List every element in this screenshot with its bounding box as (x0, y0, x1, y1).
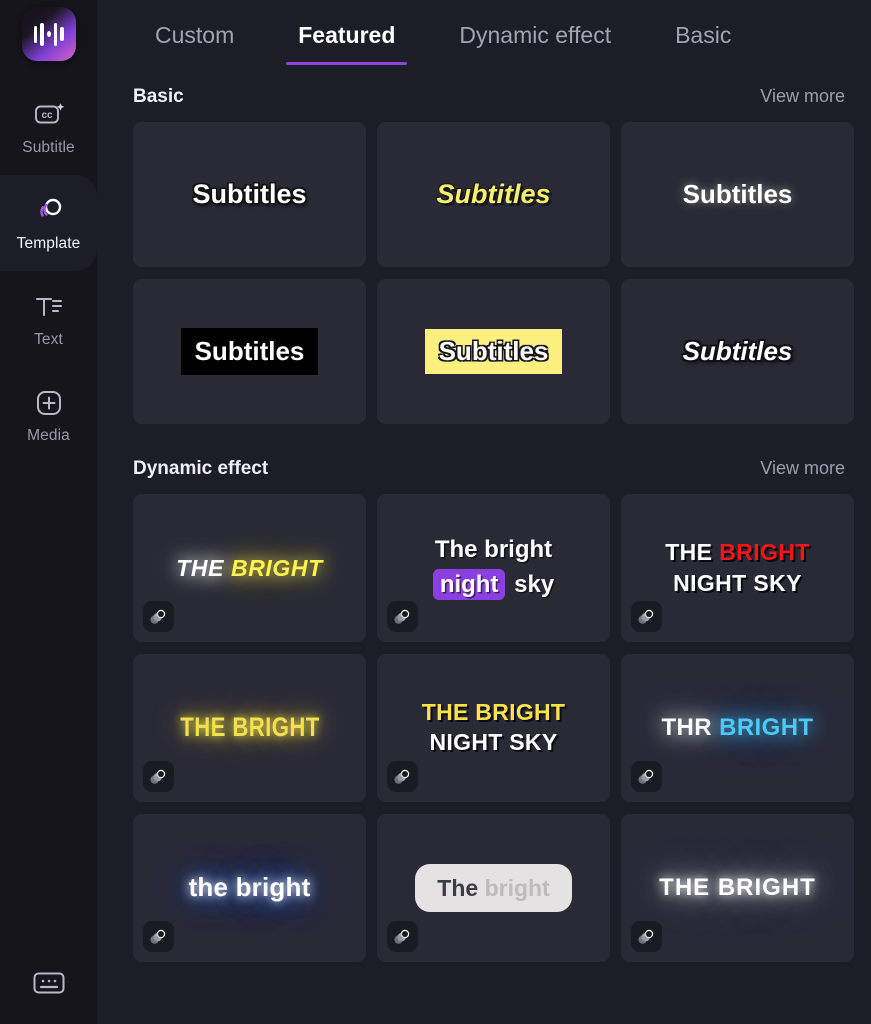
section-header-basic: Basic View more (97, 86, 871, 108)
sidebar-item-label: Media (27, 426, 70, 444)
template-tabs: Custom Featured Dynamic effect Basic (97, 0, 871, 86)
preview-line: The bright (434, 536, 553, 564)
preview-word: BRIGHT (231, 554, 323, 581)
tab-dynamic-effect[interactable]: Dynamic effect (453, 22, 617, 65)
layers-badge-icon (143, 601, 174, 632)
template-subtitles-black-box[interactable]: Subtitles (133, 279, 366, 424)
preview-word: THR (661, 714, 720, 742)
preview-word: THE (665, 538, 720, 565)
sidebar-item-label: Template (16, 234, 81, 252)
template-preview-text: THE BRIGHT (659, 874, 816, 902)
template-preview-text: THE BRIGHT (179, 712, 320, 743)
layers-badge-icon (143, 761, 174, 792)
left-sidebar: cc Subtitle Template Text Media (0, 0, 97, 1024)
template-night-sky-highlight[interactable]: The bright night sky (377, 494, 610, 642)
template-subtitles-italic-outline[interactable]: Subtitles (621, 279, 854, 424)
tab-basic[interactable]: Basic (669, 22, 737, 65)
sidebar-nav: cc Subtitle Template Text Media (0, 79, 97, 463)
template-the-bright-neon-yellow[interactable]: THE BRIGHT (133, 654, 366, 802)
layers-badge-icon (631, 761, 662, 792)
svg-text:cc: cc (41, 110, 53, 121)
layers-badge-icon (631, 921, 662, 952)
text-lines-icon (32, 290, 66, 324)
preview-word: BRIGHT (719, 538, 810, 565)
keyboard-shortcuts-button[interactable] (0, 960, 97, 1010)
layers-badge-icon (387, 761, 418, 792)
template-preview-text: THE BRIGHT NIGHT SKY (665, 537, 810, 599)
template-preview-text: THR BRIGHT (662, 714, 814, 742)
template-thr-bright-cyan-glow[interactable]: THR BRIGHT (621, 654, 854, 802)
template-the-bright-blue-glow[interactable]: the bright (133, 814, 366, 962)
template-the-bright-red-white[interactable]: THE BRIGHT NIGHT SKY (621, 494, 854, 642)
sidebar-item-label: Text (34, 330, 63, 348)
template-subtitles-yellow-italic[interactable]: Subtitles (377, 122, 610, 267)
template-subtitles-outline-white[interactable]: Subtitles (133, 122, 366, 267)
sidebar-item-template[interactable]: Template (0, 175, 97, 271)
preview-word: THE (176, 554, 232, 581)
template-preview-text: Subtitles (424, 328, 563, 375)
sidebar-item-text[interactable]: Text (0, 271, 97, 367)
layers-badge-icon (387, 601, 418, 632)
template-circles-icon (32, 194, 66, 228)
layers-badge-icon (143, 921, 174, 952)
template-preview-text: The bright night sky (432, 533, 555, 603)
keyboard-icon (32, 970, 66, 1001)
app-logo[interactable] (21, 7, 76, 61)
sidebar-item-subtitle[interactable]: cc Subtitle (0, 79, 97, 175)
view-more-basic-link[interactable]: View more (760, 86, 845, 107)
closed-caption-sparkle-icon: cc (32, 98, 66, 132)
section-title: Dynamic effect (133, 458, 269, 479)
template-preview-text: THE BRIGHT NIGHT SKY (422, 698, 566, 758)
template-the-bright-yellow-white[interactable]: THE BRIGHT NIGHT SKY (377, 654, 610, 802)
template-preview-text: Subtitles (682, 335, 793, 366)
template-preview-text: the bright (188, 872, 311, 903)
template-preview-text: Subtitles (180, 327, 319, 376)
media-plus-icon (32, 386, 66, 420)
preview-word: The (437, 874, 485, 901)
template-preview-text: Subtitles (436, 178, 551, 209)
main-panel: Custom Featured Dynamic effect Basic Bas… (97, 0, 871, 1024)
layers-badge-icon (631, 601, 662, 632)
template-subtitles-yellow-box[interactable]: Subtitles (377, 279, 610, 424)
preview-highlight-word: night (432, 569, 506, 600)
view-more-dynamic-link[interactable]: View more (760, 458, 845, 479)
section-header-dynamic-effect: Dynamic effect View more (97, 458, 871, 480)
sidebar-item-media[interactable]: Media (0, 367, 97, 463)
app-window: cc Subtitle Template Text Media Custom F… (0, 0, 871, 1024)
preview-word: bright (484, 874, 550, 901)
template-the-bright-neon-duo[interactable]: THE BRIGHT (133, 494, 366, 642)
template-preview-text: The bright (415, 863, 572, 913)
template-the-bright-light-pill[interactable]: The bright (377, 814, 610, 962)
preview-word: BRIGHT (719, 714, 814, 742)
preview-word: sky (507, 571, 555, 598)
tab-custom[interactable]: Custom (149, 22, 240, 65)
sidebar-item-label: Subtitle (22, 138, 75, 156)
preview-line: NIGHT SKY (673, 570, 802, 596)
waveform-logo-icon (33, 22, 64, 46)
template-preview-text: Subtitles (192, 178, 307, 209)
template-the-bright-white-glow[interactable]: THE BRIGHT (621, 814, 854, 962)
section-title: Basic (133, 86, 184, 107)
basic-template-grid: Subtitles Subtitles Subtitles Subtitles … (97, 122, 871, 424)
preview-line: NIGHT SKY (429, 729, 558, 755)
tab-featured[interactable]: Featured (286, 22, 408, 65)
preview-line: THE BRIGHT (421, 699, 566, 726)
dynamic-effect-template-grid: THE BRIGHT The bright night sky THE BRIG… (97, 494, 871, 962)
template-subtitles-glow-white[interactable]: Subtitles (621, 122, 854, 267)
template-preview-text: THE BRIGHT (176, 555, 323, 581)
layers-badge-icon (387, 921, 418, 952)
template-preview-text: Subtitles (682, 178, 793, 209)
